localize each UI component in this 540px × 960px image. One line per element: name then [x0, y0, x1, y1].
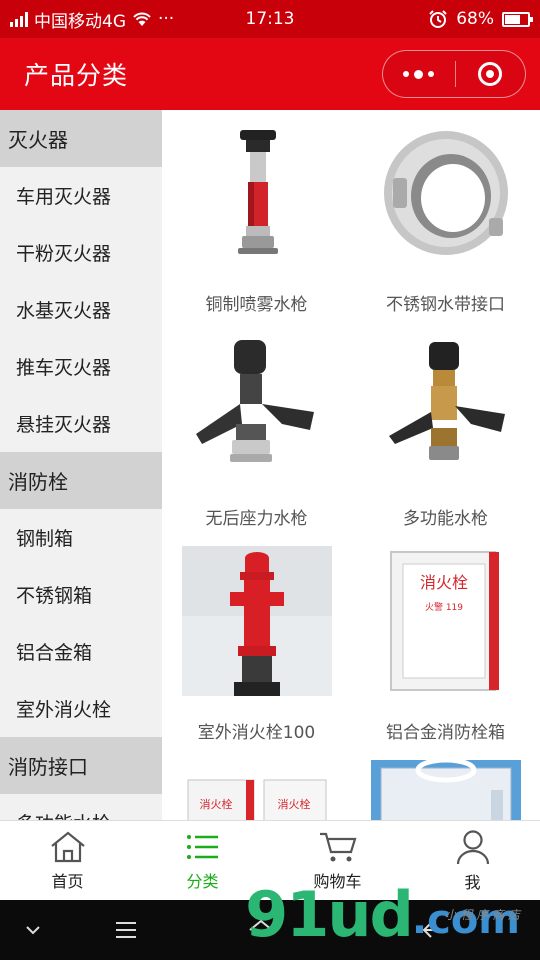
- product-name: 多功能水枪: [403, 509, 488, 529]
- tab-home[interactable]: 首页: [0, 821, 135, 900]
- product-card[interactable]: 不锈钢水带接口: [351, 110, 540, 324]
- signal-icon: [10, 11, 28, 27]
- watermark-main: 91ud: [245, 878, 414, 951]
- carrier-label: 中国移动4G: [34, 11, 126, 32]
- dot-icon: [403, 71, 410, 77]
- tab-label: 分类: [186, 871, 219, 891]
- category-sidebar[interactable]: 灭火器 车用灭火器 干粉灭火器 水基灭火器 推车灭火器 悬挂灭火器 消防栓 钢制箱 不锈钢箱 铝合…: [0, 110, 162, 820]
- status-bar: 中国移动4G ··· 17:13 68%: [0, 0, 540, 38]
- product-card[interactable]: 铜制喷雾水枪: [162, 110, 351, 324]
- cabinet-sign-text: 消火栓: [419, 573, 467, 592]
- dot-icon: [428, 71, 435, 77]
- product-name: 室外消火栓100: [197, 723, 316, 743]
- hydrant-cabinet-open-icon: [370, 760, 521, 820]
- sidebar-subcategory[interactable]: 室外消火栓: [0, 680, 162, 737]
- cart-icon: [319, 832, 356, 861]
- tab-label: 首页: [51, 871, 84, 891]
- multi-function-nozzle-icon: [371, 332, 521, 482]
- product-name: 无后座力水枪: [205, 509, 308, 529]
- more-dots: ···: [158, 9, 175, 29]
- nav-collapse-button[interactable]: [0, 925, 66, 935]
- product-name: 不锈钢水带接口: [386, 295, 505, 315]
- menu-icon: [116, 922, 136, 938]
- sidebar-category[interactable]: 消防接口: [0, 737, 162, 794]
- sidebar-category[interactable]: 灭火器: [0, 110, 162, 167]
- spray-nozzle-icon: [182, 118, 332, 268]
- sidebar-subcategory[interactable]: 不锈钢箱: [0, 566, 162, 623]
- mini-program-capsule: [382, 50, 526, 98]
- product-name: 铜制喷雾水枪: [205, 295, 308, 315]
- product-card[interactable]: 多功能水枪: [351, 324, 540, 538]
- page-title: 产品分类: [24, 61, 129, 90]
- product-grid-container[interactable]: 铜制喷雾水枪 不锈钢水带接口 无后座力水枪 多功能水枪 室外消火栓100 消火栓…: [162, 110, 540, 820]
- page-header: 产品分类: [0, 38, 540, 110]
- sidebar-category[interactable]: 消防栓: [0, 452, 162, 509]
- outdoor-hydrant-icon: [181, 546, 332, 696]
- nav-menu-button[interactable]: [66, 921, 186, 939]
- sidebar-subcategory[interactable]: 推车灭火器: [0, 338, 162, 395]
- cabinet-phone-text: 火警 119: [424, 601, 462, 613]
- app-screen: { "status_bar": { "carrier": "中国移动4G", "…: [0, 0, 540, 960]
- close-button[interactable]: [456, 51, 526, 97]
- more-menu-button[interactable]: [383, 51, 455, 97]
- recoilless-nozzle-icon: [182, 332, 332, 482]
- dot-icon: [414, 69, 424, 79]
- product-card[interactable]: 消火栓 火警 119 铝合金消防栓箱: [351, 538, 540, 752]
- close-target-icon: [478, 62, 503, 86]
- list-icon: [186, 834, 218, 859]
- alarm-icon: [429, 10, 447, 28]
- product-card[interactable]: 无后座力水枪: [162, 324, 351, 538]
- hydrant-cabinet-icon: 消火栓 火警 119: [371, 546, 521, 696]
- sidebar-subcategory[interactable]: 水基灭火器: [0, 281, 162, 338]
- sidebar-subcategory[interactable]: 车用灭火器: [0, 167, 162, 224]
- product-card[interactable]: [351, 752, 540, 820]
- hydrant-cabinet-pair-icon: 消火栓 消火栓: [182, 760, 332, 820]
- battery-percent: 68%: [456, 9, 494, 29]
- product-card[interactable]: 室外消火栓100: [162, 538, 351, 752]
- wifi-icon: [133, 12, 151, 26]
- product-name: 铝合金消防栓箱: [386, 723, 505, 743]
- chevron-down-icon: [26, 926, 40, 935]
- hose-coupling-icon: [371, 118, 521, 268]
- battery-fill: [505, 14, 520, 24]
- home-icon: [50, 831, 85, 862]
- product-card[interactable]: 消火栓 消火栓: [162, 752, 351, 820]
- sidebar-subcategory[interactable]: 铝合金箱: [0, 623, 162, 680]
- sidebar-subcategory[interactable]: 悬挂灭火器: [0, 395, 162, 452]
- cabinet-sign-text: 消火栓: [199, 797, 232, 811]
- battery-icon: [502, 11, 533, 27]
- sidebar-subcategory[interactable]: 多功能水枪: [0, 794, 162, 820]
- watermark-caption: 小 程 序 商 店: [444, 908, 520, 922]
- sidebar-subcategory[interactable]: 干粉灭火器: [0, 224, 162, 281]
- user-icon: [456, 829, 489, 864]
- sidebar-subcategory[interactable]: 钢制箱: [0, 509, 162, 566]
- cabinet-sign-text: 消火栓: [277, 797, 310, 811]
- product-grid: 铜制喷雾水枪 不锈钢水带接口 无后座力水枪 多功能水枪 室外消火栓100 消火栓…: [162, 110, 540, 820]
